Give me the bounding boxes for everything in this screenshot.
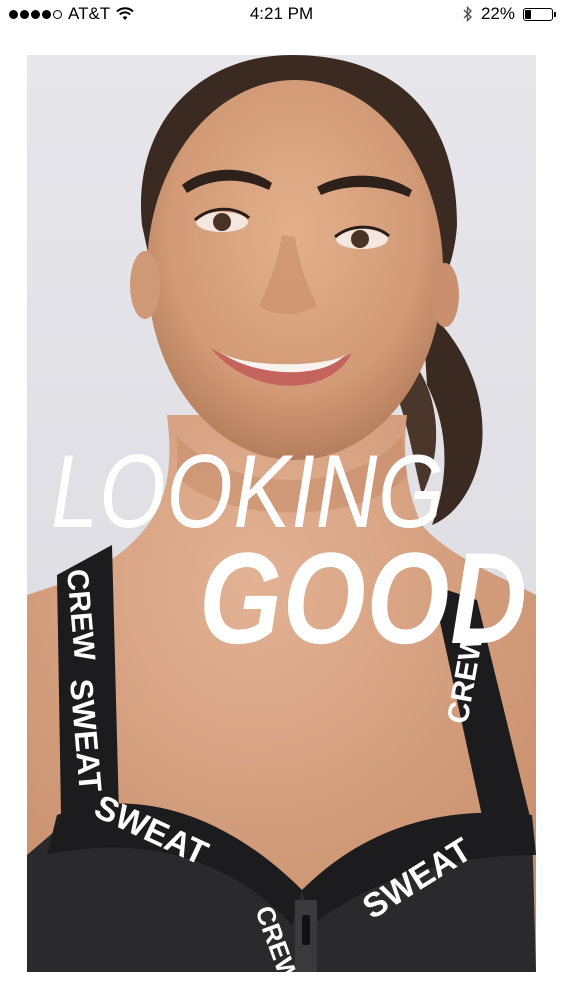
status-right: 22% [463,4,556,24]
battery-icon [523,7,556,21]
hero-card[interactable]: CREW SWEAT SWEAT SWEAT CREW CREW LOOKING… [27,55,536,972]
battery-percent: 22% [480,4,515,23]
bluetooth-icon [463,6,472,22]
headline-line-2: GOOD [199,525,529,671]
status-bar: AT&T 4:21 PM 22% [0,0,563,30]
battery-fill [525,9,531,19]
